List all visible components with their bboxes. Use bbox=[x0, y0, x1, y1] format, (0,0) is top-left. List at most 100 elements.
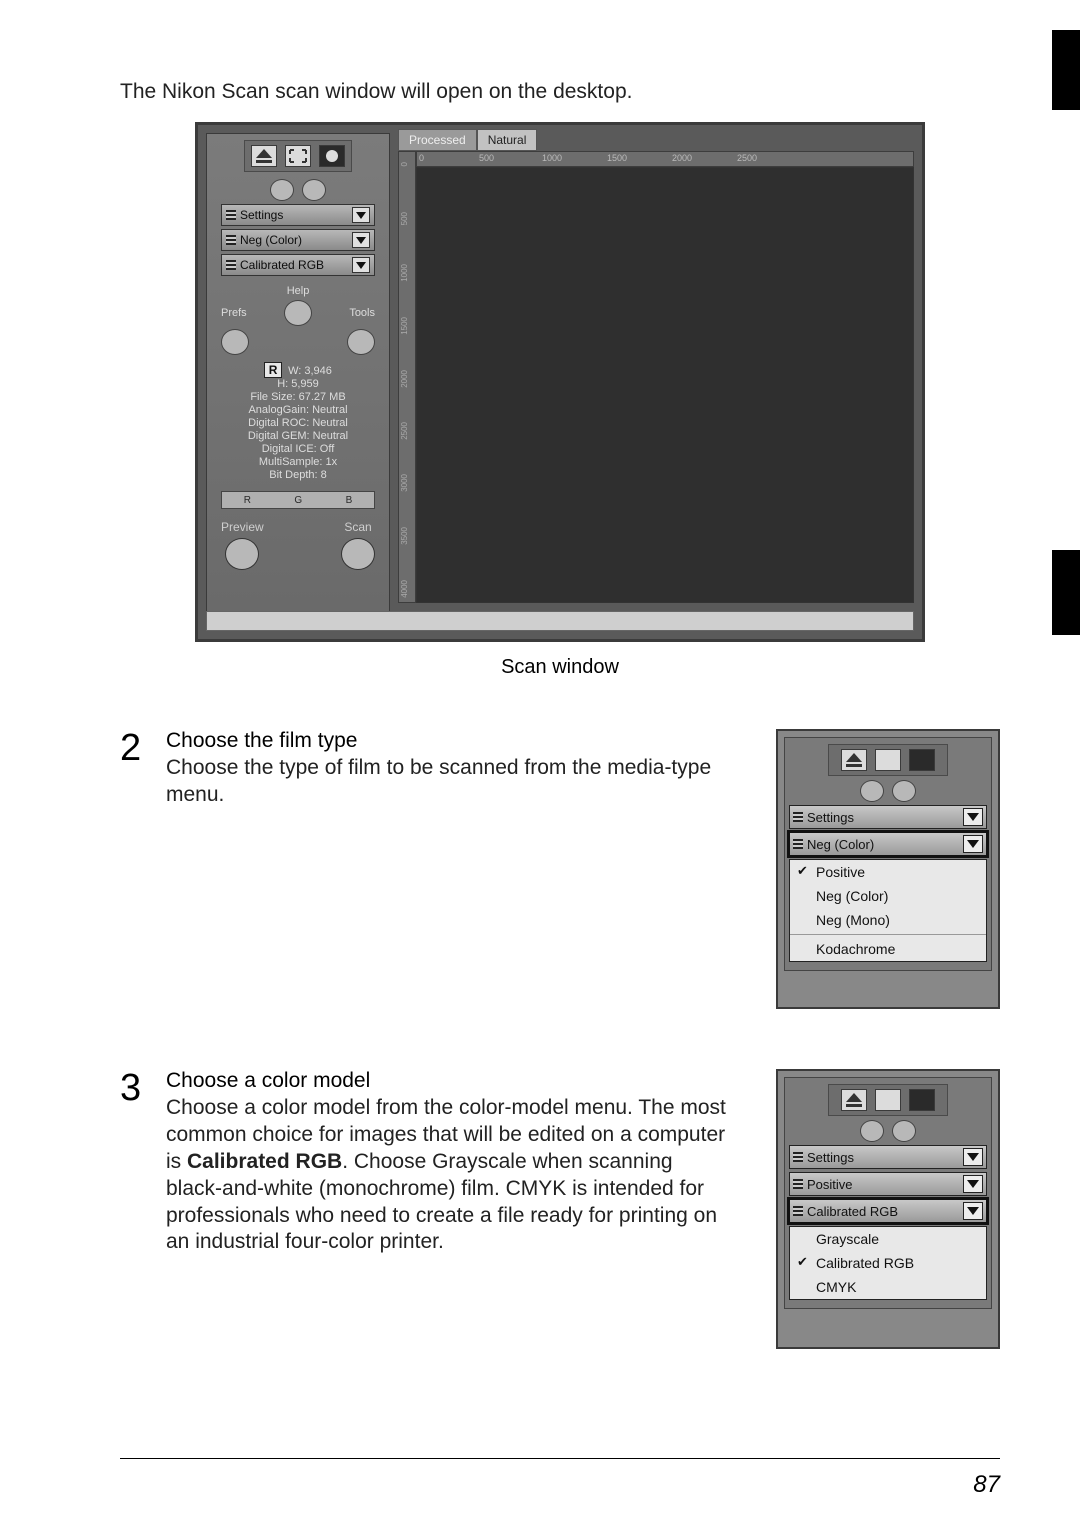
step2-text: Choose the type of film to be scanned fr… bbox=[166, 755, 726, 809]
autofocus-icon[interactable] bbox=[875, 1089, 901, 1111]
prefs-label: Prefs bbox=[221, 307, 247, 319]
film-type-label: Neg (Color) bbox=[240, 233, 302, 247]
autofocus-icon[interactable] bbox=[875, 749, 901, 771]
helpers-row: Help bbox=[221, 285, 375, 297]
list-icon bbox=[793, 839, 803, 849]
film-type-dropdown[interactable]: Neg (Color) bbox=[221, 229, 375, 251]
tools-button[interactable] bbox=[347, 329, 375, 355]
chevron-down-icon bbox=[352, 232, 370, 248]
step-2: 2 Choose the film type Choose the type o… bbox=[120, 729, 1000, 1009]
preview-button[interactable] bbox=[225, 538, 259, 570]
thumb3-zoomrow bbox=[789, 1120, 987, 1142]
menu-grayscale[interactable]: Grayscale bbox=[790, 1227, 986, 1251]
info-analoggain: AnalogGain: Neutral bbox=[221, 404, 375, 417]
scan-window: Settings Neg (Color) Calibrated RGB Help… bbox=[195, 122, 925, 642]
eject-icon[interactable] bbox=[251, 145, 277, 167]
top-icon-row bbox=[244, 140, 352, 172]
list-icon bbox=[793, 1206, 803, 1216]
figure-caption: Scan window bbox=[120, 656, 1000, 679]
ruler-horizontal: 0 500 1000 1500 2000 2500 bbox=[416, 151, 914, 167]
autoexpose-icon[interactable] bbox=[319, 145, 345, 167]
settings-dropdown[interactable]: Settings bbox=[221, 204, 375, 226]
thumb3-filmtype[interactable]: Positive bbox=[789, 1172, 987, 1196]
footer-rule bbox=[120, 1458, 1000, 1459]
prefs-button[interactable] bbox=[221, 329, 249, 355]
info-panel: RW: 3,946 H: 5,959 File Size: 67.27 MB A… bbox=[221, 362, 375, 482]
help-label: Help bbox=[221, 285, 375, 297]
zoom-in-icon[interactable] bbox=[892, 1120, 916, 1142]
autoexpose-icon[interactable] bbox=[909, 1089, 935, 1111]
chevron-down-icon bbox=[963, 808, 983, 826]
filmtype-menu: Positive Neg (Color) Neg (Mono) Kodachro… bbox=[789, 859, 987, 962]
scan-label: Scan bbox=[344, 520, 371, 534]
zoom-out-icon[interactable] bbox=[270, 179, 294, 201]
b-label: B bbox=[346, 495, 353, 506]
menu-positive[interactable]: Positive bbox=[790, 860, 986, 884]
scrollbar-horizontal[interactable] bbox=[206, 611, 914, 631]
tab-natural[interactable]: Natural bbox=[477, 129, 538, 151]
ruler-vertical: 0 500 1000 1500 2000 2500 3000 3500 4000 bbox=[398, 151, 416, 603]
list-icon bbox=[226, 260, 236, 270]
info-roc: Digital ROC: Neutral bbox=[221, 417, 375, 430]
step3-thumbnail: Settings Positive Calibrated RGB Graysca… bbox=[776, 1069, 1000, 1349]
info-height: H: 5,959 bbox=[221, 378, 375, 391]
step2-title: Choose the film type bbox=[166, 729, 732, 753]
preview-area[interactable] bbox=[416, 167, 914, 603]
menu-cmyk[interactable]: CMYK bbox=[790, 1275, 986, 1299]
menu-kodachrome[interactable]: Kodachrome bbox=[790, 937, 986, 961]
help-button[interactable] bbox=[284, 300, 312, 326]
eject-icon[interactable] bbox=[841, 749, 867, 771]
prefs-tools-buttons bbox=[221, 329, 375, 355]
preview-label: Preview bbox=[221, 520, 264, 534]
r-label: R bbox=[244, 495, 251, 506]
list-icon bbox=[226, 235, 236, 245]
side-tab-black-top bbox=[1052, 30, 1080, 110]
page-number: 87 bbox=[973, 1471, 1000, 1499]
tab-processed[interactable]: Processed bbox=[398, 129, 477, 151]
color-model-dropdown[interactable]: Calibrated RGB bbox=[221, 254, 375, 276]
step3-text: Choose a color model from the color-mode… bbox=[166, 1095, 726, 1256]
chevron-down-icon bbox=[352, 207, 370, 223]
info-bitdepth: Bit Depth: 8 bbox=[221, 469, 375, 482]
eject-icon[interactable] bbox=[841, 1089, 867, 1111]
thumb2-settings[interactable]: Settings bbox=[789, 805, 987, 829]
zoom-in-icon[interactable] bbox=[892, 780, 916, 802]
chevron-down-icon bbox=[352, 257, 370, 273]
g-label: G bbox=[294, 495, 302, 506]
thumb3-colormodel[interactable]: Calibrated RGB bbox=[789, 1199, 987, 1223]
thumb3-settings[interactable]: Settings bbox=[789, 1145, 987, 1169]
zoom-in-icon[interactable] bbox=[302, 179, 326, 201]
info-width: W: 3,946 bbox=[288, 365, 332, 377]
info-filesize: File Size: 67.27 MB bbox=[221, 391, 375, 404]
zoom-out-icon[interactable] bbox=[860, 780, 884, 802]
list-icon bbox=[793, 1179, 803, 1189]
thumb2-iconrow bbox=[828, 744, 948, 776]
tools-label: Tools bbox=[349, 307, 375, 319]
list-icon bbox=[793, 812, 803, 822]
rgb-readout: R G B bbox=[221, 491, 375, 509]
thumb3-iconrow bbox=[828, 1084, 948, 1116]
menu-neg-mono[interactable]: Neg (Mono) bbox=[790, 908, 986, 932]
scan-button[interactable] bbox=[341, 538, 375, 570]
settings-label: Settings bbox=[240, 208, 283, 222]
chevron-down-icon bbox=[963, 835, 983, 853]
autoexpose-icon[interactable] bbox=[909, 749, 935, 771]
chevron-down-icon bbox=[963, 1202, 983, 1220]
list-icon bbox=[226, 210, 236, 220]
menu-calibrated-rgb[interactable]: Calibrated RGB bbox=[790, 1251, 986, 1275]
step-number-3: 3 bbox=[120, 1069, 152, 1107]
zoom-out-icon[interactable] bbox=[860, 1120, 884, 1142]
side-tab-black-mid bbox=[1052, 550, 1080, 635]
intro-text: The Nikon Scan scan window will open on … bbox=[120, 80, 1000, 104]
step3-title: Choose a color model bbox=[166, 1069, 732, 1093]
control-panel: Settings Neg (Color) Calibrated RGB Help… bbox=[206, 133, 390, 613]
colormodel-menu: Grayscale Calibrated RGB CMYK bbox=[789, 1226, 987, 1300]
step-number-2: 2 bbox=[120, 729, 152, 767]
thumb2-filmtype[interactable]: Neg (Color) bbox=[789, 832, 987, 856]
info-gem: Digital GEM: Neutral bbox=[221, 430, 375, 443]
thumb2-zoomrow bbox=[789, 780, 987, 802]
autofocus-icon[interactable] bbox=[285, 145, 311, 167]
color-model-label: Calibrated RGB bbox=[240, 258, 324, 272]
menu-neg-color[interactable]: Neg (Color) bbox=[790, 884, 986, 908]
chevron-down-icon bbox=[963, 1148, 983, 1166]
